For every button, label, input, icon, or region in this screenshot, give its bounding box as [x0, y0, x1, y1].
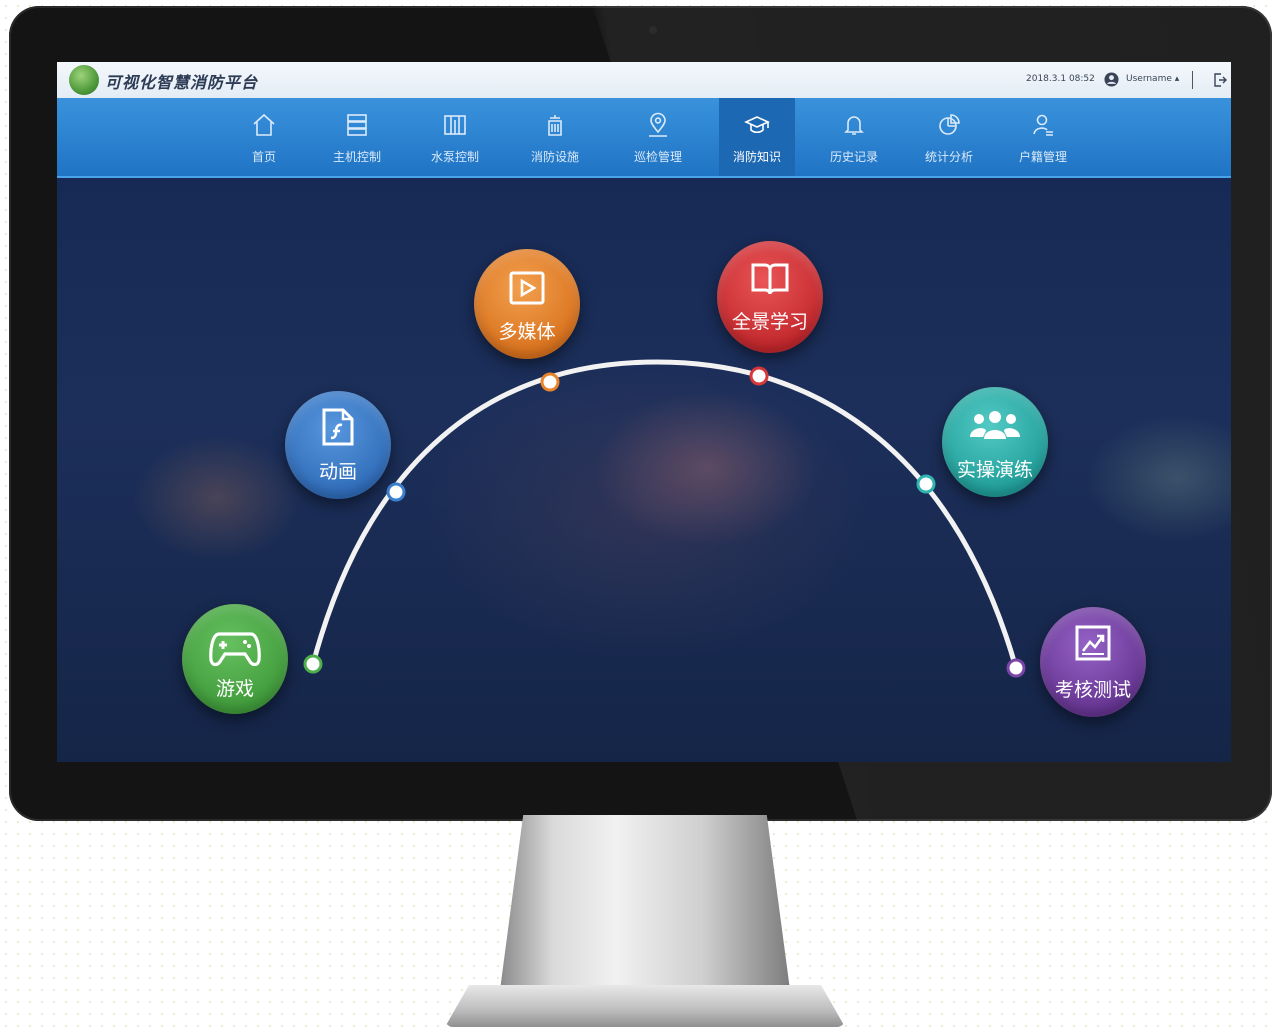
- arc-node-game: [303, 654, 323, 674]
- arc-node-animation: [386, 482, 406, 502]
- line-chart-icon: [1075, 625, 1111, 661]
- arc-node-exam: [1006, 658, 1026, 678]
- camera: [649, 26, 657, 34]
- module-exam-button[interactable]: 考核测试: [1040, 607, 1146, 717]
- module-label: 游戏: [215, 678, 254, 700]
- module-panorama-button[interactable]: 全景学习: [717, 241, 823, 353]
- screen: 可视化智慧消防平台 2018.3.1 08:52 Username ▴ 首页 主…: [57, 62, 1231, 762]
- gamepad-icon: [209, 632, 261, 667]
- arc-node-panorama: [749, 366, 769, 386]
- video-play-icon: [509, 271, 545, 305]
- module-label: 考核测试: [1054, 679, 1131, 701]
- module-label: 全景学习: [731, 311, 808, 333]
- module-label: 动画: [318, 461, 357, 483]
- open-book-icon: [751, 263, 789, 295]
- arc-node-practice: [916, 474, 936, 494]
- module-practice-button[interactable]: 实操演练: [942, 387, 1048, 497]
- module-animation-button[interactable]: 动画: [285, 391, 391, 499]
- module-label: 实操演练: [956, 459, 1033, 481]
- monitor-stand-neck: [500, 815, 790, 990]
- module-label: 多媒体: [498, 321, 556, 343]
- module-multimedia-button[interactable]: 多媒体: [474, 249, 580, 359]
- module-game-button[interactable]: 游戏: [182, 604, 288, 714]
- flash-file-icon: [322, 408, 354, 446]
- group-users-icon: [970, 411, 1020, 439]
- monitor-stand-base: [445, 985, 845, 1027]
- arc-node-multimedia: [540, 372, 560, 392]
